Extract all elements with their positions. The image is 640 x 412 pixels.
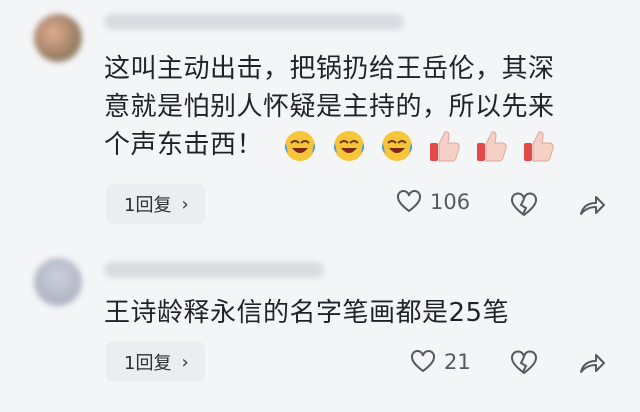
share-arrow-icon[interactable] (578, 350, 606, 376)
crying-laughing-icon (382, 131, 413, 161)
share-arrow-icon[interactable] (578, 192, 606, 218)
like-count: 21 (444, 350, 471, 374)
crying-laughing-icon (284, 131, 315, 161)
username-blurred[interactable] (104, 14, 404, 30)
comment-text: 王诗龄释永信的名字笔画都是25笔 (104, 294, 604, 332)
broken-heart-icon[interactable] (510, 350, 538, 376)
reply-label: 1回复 (124, 195, 172, 216)
avatar[interactable] (34, 258, 82, 306)
thumbs-up-icon (476, 131, 507, 162)
emoji-row (282, 127, 560, 165)
thumbs-up-icon (430, 131, 460, 162)
username-blurred[interactable] (104, 262, 324, 278)
comment-line: 意就是怕别人怀疑是主持的，所以先来 (104, 92, 555, 122)
reply-button[interactable]: 1回复 › (106, 342, 205, 382)
chevron-right-icon: › (181, 351, 189, 373)
like-button[interactable]: 21 (410, 350, 471, 374)
like-button[interactable]: 106 (396, 190, 470, 214)
comment-line: 个声东击西！ (104, 130, 264, 160)
heart-outline-icon (411, 350, 435, 373)
heart-outline-icon (397, 190, 421, 213)
comment-line: 这叫主动出击，把锅扔给王岳伦，其深 (104, 54, 555, 84)
comment-line-last: 个声东击西！ (104, 126, 604, 165)
avatar[interactable] (34, 14, 82, 62)
thumbs-up-icon (523, 131, 554, 162)
chevron-right-icon: › (181, 193, 189, 215)
comment-2: 王诗龄释永信的名字笔画都是25笔 1回复 › 21 (0, 240, 640, 412)
like-count: 106 (430, 190, 471, 214)
comment-1: 这叫主动出击，把锅扔给王岳伦，其深 意就是怕别人怀疑是主持的，所以先来 个声东击… (0, 0, 640, 240)
comment-text: 这叫主动出击，把锅扔给王岳伦，其深 意就是怕别人怀疑是主持的，所以先来 个声东击… (104, 50, 604, 165)
broken-heart-icon[interactable] (510, 192, 538, 218)
comment-line: 王诗龄释永信的名字笔画都是25笔 (104, 298, 510, 328)
crying-laughing-icon (333, 131, 364, 161)
reply-button[interactable]: 1回复 › (106, 184, 205, 224)
reply-label: 1回复 (124, 353, 172, 374)
